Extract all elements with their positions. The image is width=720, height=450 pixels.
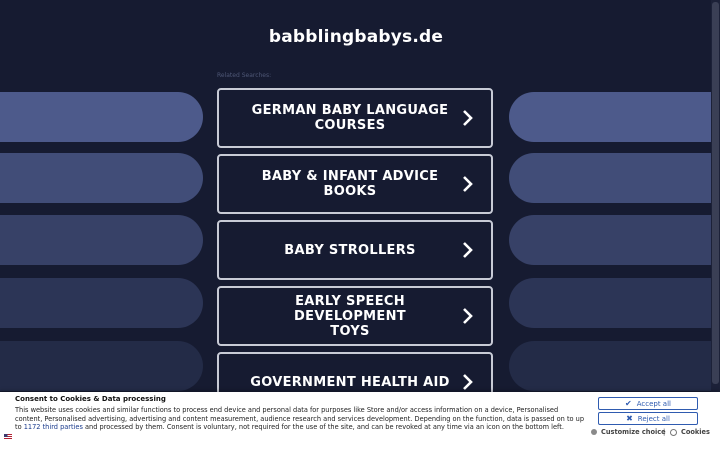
result-label-line1: GOVERNMENT HEALTH AID bbox=[250, 374, 450, 390]
chevron-right-icon bbox=[455, 105, 481, 131]
cookies-link[interactable]: Cookies bbox=[670, 428, 710, 436]
chevron-right-icon bbox=[455, 171, 481, 197]
info-icon bbox=[670, 428, 677, 436]
result-label: BABY & INFANT ADVICE BOOKS bbox=[219, 169, 455, 199]
gear-icon bbox=[591, 429, 597, 435]
close-icon: ✖ bbox=[626, 414, 633, 423]
customize-choice-link[interactable]: Customize choice bbox=[591, 428, 666, 436]
stripe-right-5 bbox=[509, 341, 720, 391]
result-label: GOVERNMENT HEALTH AID bbox=[219, 375, 455, 390]
stripe-right-2 bbox=[509, 153, 720, 203]
separator-text: | bbox=[663, 428, 666, 436]
stripe-right-4 bbox=[509, 278, 720, 328]
consent-text-after: and processed by them. Consent is volunt… bbox=[82, 423, 564, 432]
customize-choice-label: Customize choice bbox=[601, 428, 666, 436]
page-scrollbar[interactable] bbox=[711, 0, 720, 392]
cookies-label: Cookies bbox=[681, 428, 710, 436]
aux-separator: | bbox=[663, 428, 665, 436]
scrollbar-thumb[interactable] bbox=[712, 2, 719, 384]
result-label-line1: GERMAN BABY LANGUAGE bbox=[251, 103, 449, 118]
stripe-right-3 bbox=[509, 215, 720, 265]
result-link-2[interactable]: BABY & INFANT ADVICE BOOKS bbox=[217, 154, 493, 214]
result-label-line1: BABY & INFANT ADVICE BOOKS bbox=[261, 169, 439, 199]
accept-all-label: Accept all bbox=[636, 399, 671, 408]
result-link-1[interactable]: GERMAN BABY LANGUAGE COURSES bbox=[217, 88, 493, 148]
stripe-right-1 bbox=[509, 92, 720, 142]
consent-text: This website uses cookies and similar fu… bbox=[15, 406, 587, 432]
result-link-3[interactable]: BABY STROLLERS bbox=[217, 220, 493, 280]
check-icon: ✔ bbox=[625, 399, 632, 408]
stripe-left-4 bbox=[0, 278, 203, 328]
result-label-line1: EARLY SPEECH DEVELOPMENT bbox=[294, 293, 406, 324]
accept-all-button[interactable]: ✔ Accept all bbox=[598, 397, 698, 410]
stripe-left-5 bbox=[0, 341, 203, 391]
result-label-line1: BABY STROLLERS bbox=[284, 242, 416, 258]
reject-all-label: Reject all bbox=[637, 414, 670, 423]
related-searches-label: Related Searches: bbox=[217, 72, 272, 79]
result-label: BABY STROLLERS bbox=[219, 243, 455, 258]
result-label: GERMAN BABY LANGUAGE COURSES bbox=[219, 103, 455, 133]
site-domain-title: babblingbabys.de bbox=[268, 27, 444, 47]
consent-title: Consent to Cookies & Data processing bbox=[15, 395, 166, 403]
result-label: EARLY SPEECH DEVELOPMENT TOYS bbox=[219, 294, 455, 339]
us-flag-icon[interactable] bbox=[4, 434, 12, 440]
result-label-line2: TOYS bbox=[330, 323, 370, 339]
reject-all-button[interactable]: ✖ Reject all bbox=[598, 412, 698, 425]
chevron-right-icon bbox=[455, 237, 481, 263]
third-parties-link[interactable]: 1172 third parties bbox=[24, 423, 83, 431]
chevron-right-icon bbox=[455, 303, 481, 329]
stripe-left-2 bbox=[0, 153, 203, 203]
stripe-left-3 bbox=[0, 215, 203, 265]
result-link-4[interactable]: EARLY SPEECH DEVELOPMENT TOYS bbox=[217, 286, 493, 346]
stripe-left-1 bbox=[0, 92, 203, 142]
result-label-line2: COURSES bbox=[314, 118, 386, 133]
